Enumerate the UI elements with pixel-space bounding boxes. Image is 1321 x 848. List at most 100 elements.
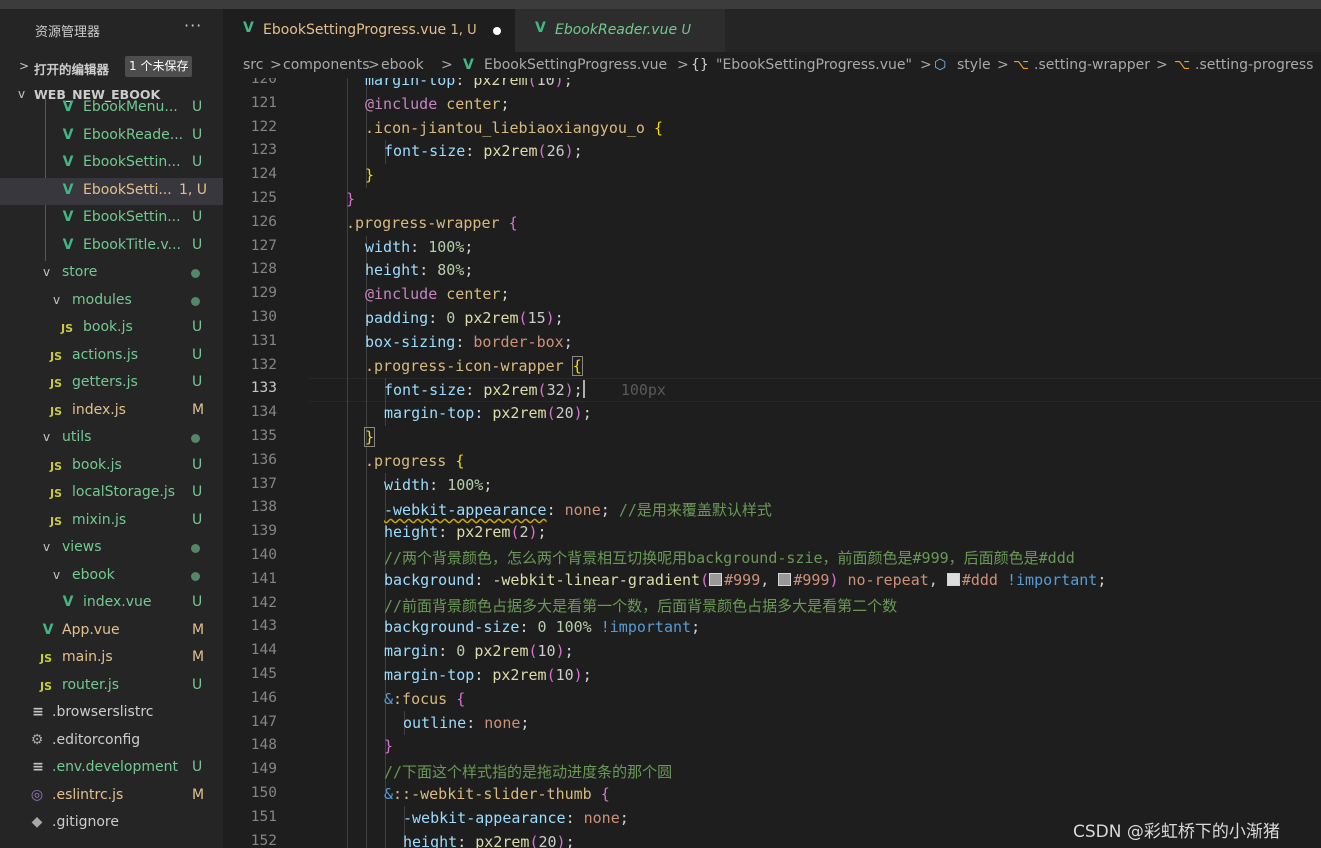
tree-item-utils-book-js[interactable]: JS book.js U	[0, 453, 223, 480]
tree-item-router-js[interactable]: JS router.js U	[0, 673, 223, 700]
chevron-right-icon: >	[19, 59, 30, 73]
tree-item-label: modules	[72, 292, 132, 308]
line-number: 128	[250, 261, 277, 277]
js-file-icon: JS	[49, 350, 62, 363]
tree-folder-ebook[interactable]: v ebook	[0, 563, 223, 590]
tree-item-editorconfig[interactable]: ⚙ .editorconfig	[0, 728, 223, 755]
tree-item-index-vue[interactable]: V index.vue U	[0, 590, 223, 617]
tree-item-localstorage-js[interactable]: JS localStorage.js U	[0, 480, 223, 507]
js-file-icon: JS	[49, 487, 62, 500]
tree-item-ebooksetting-progress[interactable]: V EbookSetti... 1, U	[0, 178, 223, 205]
code-line: @include center;	[365, 95, 510, 113]
line-number: 152	[250, 833, 277, 848]
open-editors-section[interactable]: > 打开的编辑器 1 个未保存	[0, 53, 223, 80]
more-actions-icon[interactable]: ···	[184, 16, 202, 35]
tree-item-label: .env.development	[52, 759, 178, 775]
tree-item-modules-book-js[interactable]: JS book.js U	[0, 315, 223, 342]
breadcrumb-setting-wrapper[interactable]: .setting-wrapper	[1034, 57, 1150, 73]
tree-item-ebooktitle[interactable]: V EbookTitle.v... U	[0, 233, 223, 260]
tree-item-label: .eslintrc.js	[52, 787, 124, 803]
tree-item-gitignore[interactable]: ◆ .gitignore	[0, 810, 223, 837]
git-icon: ◆	[31, 814, 43, 830]
tree-item-mixin-js[interactable]: JS mixin.js U	[0, 508, 223, 535]
git-status-badge: U	[192, 319, 203, 335]
code-line: height: px2rem(20);	[403, 833, 575, 848]
tree-item-eslintrc[interactable]: ◎ .eslintrc.js M	[0, 783, 223, 810]
tree-item-main-js[interactable]: JS main.js M	[0, 645, 223, 672]
breadcrumb-style[interactable]: style	[957, 57, 991, 73]
tree-item-ebooksetting-a[interactable]: V EbookSettin... U	[0, 150, 223, 177]
breadcrumb-src[interactable]: src	[243, 57, 263, 73]
tree-folder-modules[interactable]: v modules	[0, 288, 223, 315]
tree-item-getters-js[interactable]: JS getters.js U	[0, 370, 223, 397]
tree-item-actions-js[interactable]: JS actions.js U	[0, 343, 223, 370]
code-line: padding: 0 px2rem(15);	[365, 309, 564, 327]
code-line: background-size: 0 100% !important;	[384, 618, 701, 636]
unsaved-dot-icon[interactable]	[493, 27, 501, 35]
line-number: 148	[250, 737, 277, 753]
text-file-icon: ≡	[32, 759, 44, 775]
git-status-badge: U	[192, 484, 203, 500]
tree-item-browserslistrc[interactable]: ≡ .browserslistrc	[0, 700, 223, 727]
code-line: .progress-icon-wrapper {	[365, 356, 583, 376]
tree-item-label: index.vue	[83, 594, 152, 610]
git-status-badge: M	[192, 787, 205, 803]
code-line: font-size: px2rem(26);	[384, 142, 583, 160]
title-strip	[0, 0, 1321, 9]
tree-item-label: EbookMenu...	[83, 99, 178, 115]
tree-item-ebookreader[interactable]: V EbookReade... U	[0, 123, 223, 150]
tree-folder-utils[interactable]: v utils	[0, 425, 223, 452]
selector-icon: ⌥	[1013, 57, 1030, 73]
git-status-badge: M	[192, 649, 205, 665]
text-file-icon: ≡	[32, 704, 44, 720]
tree-item-ebooksetting-b[interactable]: V EbookSettin... U	[0, 205, 223, 232]
line-number: 123	[250, 142, 277, 158]
tab-ebooksettingprogress[interactable]: V EbookSettingProgress.vue 1, U	[223, 9, 515, 52]
tree-item-env-development[interactable]: ≡ .env.development U	[0, 755, 223, 782]
line-number: 132	[250, 357, 277, 373]
chevron-right-icon: >	[1156, 57, 1168, 73]
line-number: 139	[250, 523, 277, 539]
vue-file-icon: V	[62, 154, 74, 170]
tab-label: EbookSettingProgress.vue 1, U	[263, 22, 477, 38]
tab-ebookreader[interactable]: V EbookReader.vue U	[515, 9, 725, 52]
breadcrumb-ebook[interactable]: ebook	[381, 57, 424, 73]
tree-folder-views[interactable]: v views	[0, 535, 223, 562]
chevron-down-icon: v	[43, 430, 51, 444]
js-file-icon: JS	[49, 515, 62, 528]
tree-folder-store[interactable]: v store	[0, 260, 223, 287]
vue-file-icon: V	[535, 20, 546, 36]
breadcrumb-component[interactable]: "EbookSettingProgress.vue"	[716, 57, 912, 73]
tree-item-label: localStorage.js	[72, 484, 176, 500]
explorer-sidebar: 资源管理器 ··· > 打开的编辑器 1 个未保存 v WEB_NEW_EBOO…	[0, 9, 223, 848]
tree-item-label: ebook	[72, 567, 115, 583]
gear-icon: ⚙	[30, 732, 44, 748]
line-number: 120	[250, 78, 277, 87]
cube-icon: ⬡	[934, 57, 947, 73]
tree-item-label: book.js	[83, 319, 133, 335]
breadcrumb-components[interactable]: components	[283, 57, 370, 73]
tree-item-ebookmenu[interactable]: V EbookMenu... U	[0, 95, 223, 122]
code-line: }	[365, 166, 375, 184]
breadcrumb: src > components > ebook > V EbookSettin…	[223, 52, 1321, 78]
line-number: 129	[250, 285, 277, 301]
tree-item-index-js[interactable]: JS index.js M	[0, 398, 223, 425]
tree-item-label: EbookSettin...	[83, 154, 181, 170]
breadcrumb-setting-progress[interactable]: .setting-progress	[1195, 57, 1313, 73]
line-number: 141	[250, 571, 277, 587]
modified-dot-icon	[191, 297, 200, 306]
breadcrumb-file[interactable]: EbookSettingProgress.vue	[484, 57, 667, 73]
code-line: .progress-wrapper {	[346, 214, 518, 232]
code-line: height: 80%;	[365, 261, 474, 279]
line-number: 151	[250, 809, 277, 825]
git-status-badge: M	[192, 622, 205, 638]
line-number: 137	[250, 476, 277, 492]
line-number: 150	[250, 785, 277, 801]
code-editor[interactable]: 120 121 122 123 124 125 126 127 128 129 …	[223, 78, 1321, 848]
line-number: 136	[250, 452, 277, 468]
line-number: 124	[250, 166, 277, 182]
code-line: width: 100%;	[365, 238, 474, 256]
code-line: height: px2rem(2);	[384, 523, 547, 541]
line-number: 126	[250, 214, 277, 230]
tree-item-app-vue[interactable]: V App.vue M	[0, 618, 223, 645]
